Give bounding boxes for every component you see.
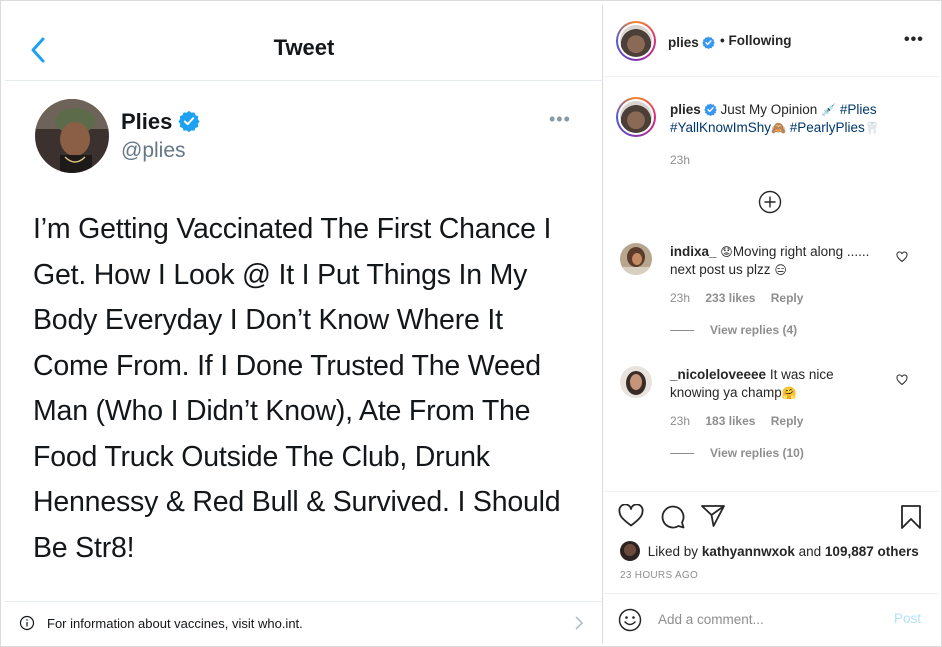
- tooth-emoji: 🦷: [864, 121, 880, 135]
- action-bar: [604, 491, 939, 535]
- comment-likes[interactable]: 233 likes: [705, 291, 755, 305]
- post-sidebar: plies • Following ••• plies Just My Opin…: [604, 5, 939, 644]
- hashtag-yallknowimshy[interactable]: #YallKnowImShy: [670, 120, 771, 135]
- tweet-author-handle: @plies: [121, 139, 186, 162]
- heart-icon[interactable]: [618, 504, 644, 528]
- comment-item: _nicoleloveeee It was nice knowing ya ch…: [620, 366, 930, 466]
- caption-time[interactable]: 23h: [670, 153, 690, 167]
- caption-text: Just My Opinion: [720, 102, 818, 117]
- worried-emoji: 😟: [720, 245, 733, 259]
- following-button[interactable]: • Following: [720, 33, 791, 48]
- comment-likes[interactable]: 183 likes: [705, 414, 755, 428]
- post-header: plies • Following •••: [604, 5, 939, 77]
- verified-badge-icon: [703, 103, 717, 116]
- liker-username[interactable]: kathyannwxok: [702, 544, 795, 559]
- post-caption: plies Just My Opinion 💉 #Plies #YallKnow…: [670, 101, 910, 137]
- tweet-more-button[interactable]: •••: [549, 109, 571, 130]
- post-options-button[interactable]: •••: [904, 31, 924, 49]
- tweet-text: I’m Getting Vaccinated The First Chance …: [33, 213, 561, 564]
- comment-meta: 23h 233 likes Reply: [670, 291, 815, 305]
- hashtag-pearlyplies[interactable]: #PearlyPlies: [790, 120, 865, 135]
- comment-avatar[interactable]: [620, 243, 652, 275]
- view-replies-button[interactable]: View replies (4): [670, 323, 797, 337]
- comment-time[interactable]: 23h: [670, 414, 690, 428]
- liked-by-prefix: Liked by: [647, 544, 699, 559]
- caption-avatar[interactable]: [616, 97, 656, 137]
- verified-badge-icon: [178, 110, 201, 132]
- liked-by-row: Liked by kathyannwxok and 109,887 others: [620, 541, 919, 561]
- comment-avatar[interactable]: [620, 366, 652, 398]
- post-timestamp[interactable]: 23 HOURS AGO: [620, 570, 698, 581]
- tweet-header-title: Tweet: [273, 35, 335, 60]
- verified-badge-icon: [701, 36, 715, 49]
- post-comment-button[interactable]: Post: [894, 611, 921, 626]
- comment-text: indixa_ 😟Moving right along ...... next …: [670, 243, 886, 279]
- comment-item: indixa_ 😟Moving right along ...... next …: [620, 243, 930, 343]
- post-image-tweet: Tweet Plies @plies ••• I’m Getting Vacci…: [5, 5, 603, 644]
- bookmark-icon[interactable]: [900, 504, 922, 530]
- heart-icon[interactable]: [896, 251, 908, 263]
- tweet-author-name-text: Plies: [121, 109, 173, 134]
- hashtag-plies[interactable]: #Plies: [840, 102, 877, 117]
- caption-username[interactable]: plies: [670, 102, 701, 117]
- comment-username[interactable]: _nicoleloveeee: [670, 367, 766, 382]
- expressionless-emoji: 😑: [774, 263, 787, 277]
- hugging-emoji: 🤗: [781, 386, 797, 400]
- reply-button[interactable]: Reply: [771, 414, 804, 428]
- tweet-info-banner[interactable]: For information about vaccines, visit wh…: [5, 601, 603, 644]
- comment-meta: 23h 183 likes Reply: [670, 414, 815, 428]
- plus-circle-icon[interactable]: [758, 190, 782, 214]
- tweet-avatar: [35, 99, 109, 173]
- share-icon[interactable]: [700, 504, 726, 528]
- header-avatar[interactable]: [616, 21, 656, 61]
- info-icon: [19, 615, 35, 631]
- tweet-author-name: Plies: [121, 109, 201, 135]
- comment-text: _nicoleloveeee It was nice knowing ya ch…: [670, 366, 886, 402]
- reply-button[interactable]: Reply: [771, 291, 804, 305]
- view-replies-label: View replies (10): [710, 446, 804, 460]
- comment-icon[interactable]: [660, 504, 686, 530]
- liked-by-and: and: [798, 544, 822, 559]
- comment-composer: Post: [604, 593, 939, 644]
- tweet-topbar: Tweet: [5, 5, 603, 81]
- comment-time[interactable]: 23h: [670, 291, 690, 305]
- heart-icon[interactable]: [896, 374, 908, 386]
- header-username-text[interactable]: plies: [668, 35, 699, 50]
- info-text: For information about vaccines, visit wh…: [47, 616, 303, 631]
- emoji-icon[interactable]: [618, 608, 642, 632]
- view-replies-button[interactable]: View replies (10): [670, 446, 804, 460]
- likes-count[interactable]: 109,887 others: [825, 544, 919, 559]
- view-replies-label: View replies (4): [710, 323, 798, 337]
- syringe-emoji: 💉: [821, 103, 837, 117]
- comment-username[interactable]: indixa_: [670, 244, 717, 259]
- monkey-emoji: 🙈: [771, 121, 786, 135]
- liker-avatar[interactable]: [620, 541, 640, 561]
- chevron-right-icon[interactable]: [573, 614, 585, 632]
- post-dialog: Tweet Plies @plies ••• I’m Getting Vacci…: [0, 0, 942, 647]
- comment-input[interactable]: [658, 608, 878, 630]
- header-username[interactable]: plies: [668, 34, 715, 52]
